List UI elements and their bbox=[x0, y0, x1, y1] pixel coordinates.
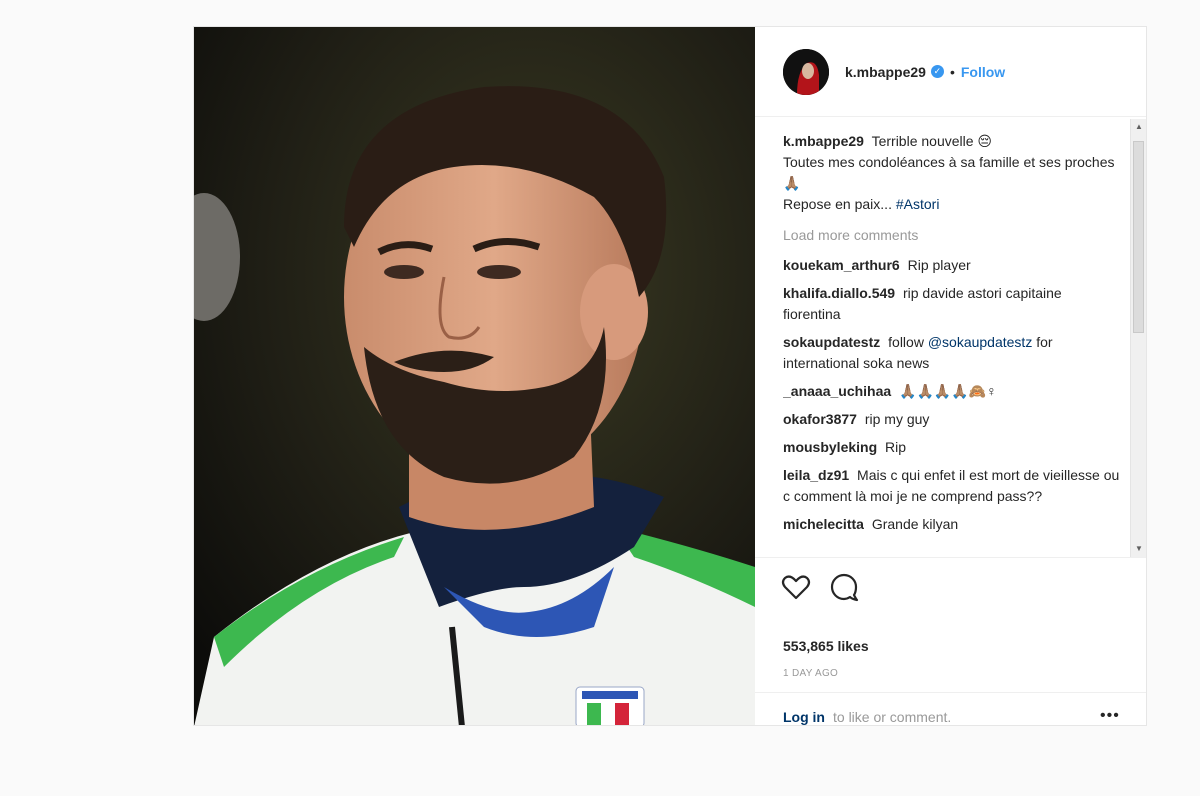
comment-text: 🙏🏽🙏🏽🙏🏽🙏🏽🙈♀ bbox=[899, 383, 997, 399]
post-timestamp: 1 DAY AGO bbox=[783, 668, 839, 679]
caption-line-2: Toutes mes condoléances à sa famille et … bbox=[783, 154, 1115, 191]
header-separator: • bbox=[949, 63, 955, 80]
login-prompt-text: to like or comment. bbox=[833, 709, 952, 725]
comment-username[interactable]: sokaupdatestz bbox=[783, 334, 880, 350]
scrollbar-thumb[interactable] bbox=[1133, 141, 1144, 333]
comment-username[interactable]: mousbyleking bbox=[783, 439, 877, 455]
list-item: michelecitta Grande kilyan bbox=[783, 514, 1123, 535]
likes-count[interactable]: 553,865 likes bbox=[783, 638, 869, 654]
action-icons bbox=[781, 572, 859, 602]
avatar-image bbox=[783, 48, 829, 95]
comment-username[interactable]: michelecitta bbox=[783, 516, 864, 532]
load-more-comments-button[interactable]: Load more comments bbox=[783, 225, 1123, 246]
list-item: kouekam_arthur6 Rip player bbox=[783, 255, 1123, 276]
follow-button[interactable]: Follow bbox=[961, 64, 1005, 80]
comment-username[interactable]: kouekam_arthur6 bbox=[783, 257, 900, 273]
caption: k.mbappe29 Terrible nouvelle 😔 Toutes me… bbox=[783, 131, 1123, 215]
list-item: _anaaa_uchihaa 🙏🏽🙏🏽🙏🏽🙏🏽🙈♀ bbox=[783, 381, 1123, 402]
post-photo bbox=[194, 27, 755, 725]
comment-bubble-icon[interactable] bbox=[829, 572, 859, 602]
mention-link[interactable]: @sokaupdatestz bbox=[928, 334, 1033, 350]
list-item: mousbyleking Rip bbox=[783, 437, 1123, 458]
login-prompt: Log in to like or comment. ••• bbox=[755, 692, 1146, 725]
hashtag-link[interactable]: #Astori bbox=[896, 196, 940, 212]
list-item: okafor3877 rip my guy bbox=[783, 409, 1123, 430]
caption-line-3-text: Repose en paix... bbox=[783, 196, 892, 212]
post-header: k.mbappe29 ✓ • Follow bbox=[755, 27, 1146, 117]
comments-scrollbar[interactable]: ▲ ▼ bbox=[1130, 119, 1146, 557]
list-item: sokaupdatestz follow @sokaupdatestz for … bbox=[783, 332, 1123, 374]
scroll-up-arrow-icon[interactable]: ▲ bbox=[1131, 119, 1146, 135]
more-options-icon[interactable]: ••• bbox=[1100, 708, 1120, 724]
comment-username[interactable]: leila_dz91 bbox=[783, 467, 849, 483]
list-item: khalifa.diallo.549 rip davide astori cap… bbox=[783, 283, 1123, 325]
avatar[interactable] bbox=[783, 48, 829, 95]
caption-line-1: Terrible nouvelle 😔 bbox=[871, 133, 993, 149]
comments-list[interactable]: k.mbappe29 Terrible nouvelle 😔 Toutes me… bbox=[783, 131, 1123, 555]
comment-text: Rip player bbox=[907, 257, 971, 273]
caption-line-3: Repose en paix... #Astori bbox=[783, 194, 1123, 215]
scroll-down-arrow-icon[interactable]: ▼ bbox=[1131, 541, 1146, 557]
login-link[interactable]: Log in bbox=[783, 709, 825, 725]
verified-badge-icon: ✓ bbox=[930, 65, 944, 78]
instagram-post: k.mbappe29 ✓ • Follow k.mbappe29 Terribl… bbox=[193, 26, 1147, 726]
player-portrait-image bbox=[194, 27, 755, 725]
post-side-panel: k.mbappe29 ✓ • Follow k.mbappe29 Terribl… bbox=[755, 27, 1146, 725]
comment-text: Rip bbox=[885, 439, 907, 455]
post-actions: 553,865 likes 1 DAY AGO Log in to like o… bbox=[755, 557, 1146, 725]
comment-text: Grande kilyan bbox=[871, 516, 959, 532]
comment-text: rip my guy bbox=[864, 411, 930, 427]
caption-username[interactable]: k.mbappe29 bbox=[783, 133, 864, 149]
comment-text: follow bbox=[888, 334, 924, 350]
comment-username[interactable]: _anaaa_uchihaa bbox=[783, 383, 891, 399]
comment-username[interactable]: okafor3877 bbox=[783, 411, 857, 427]
heart-icon[interactable] bbox=[781, 572, 811, 602]
header-username[interactable]: k.mbappe29 bbox=[845, 64, 926, 80]
comment-username[interactable]: khalifa.diallo.549 bbox=[783, 285, 895, 301]
list-item: leila_dz91 Mais c qui enfet il est mort … bbox=[783, 465, 1123, 507]
